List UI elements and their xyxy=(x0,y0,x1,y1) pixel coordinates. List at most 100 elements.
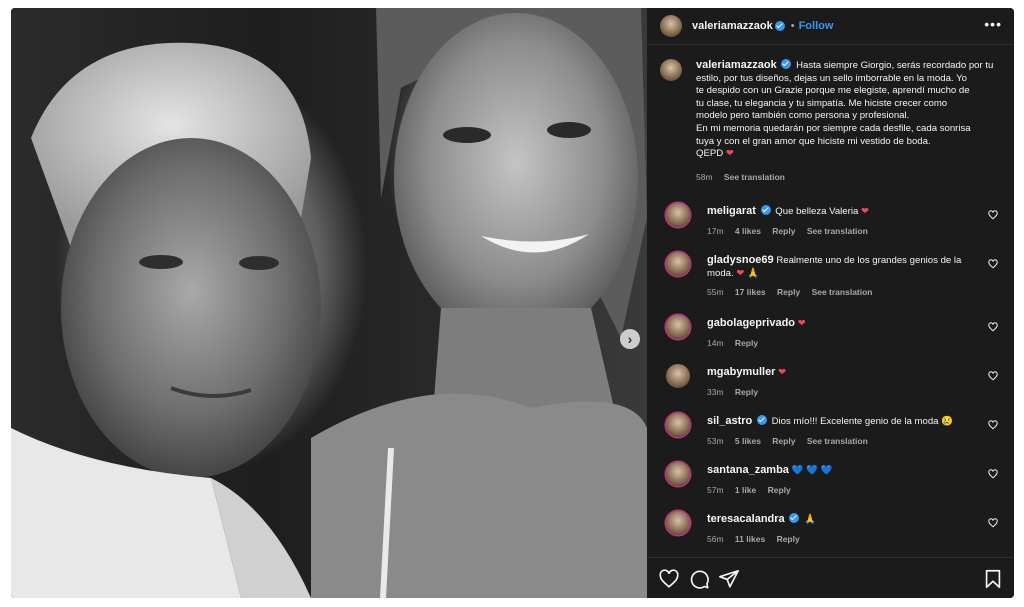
reply-button[interactable]: Reply xyxy=(735,387,758,397)
comment-emoji: 🙏 xyxy=(804,514,816,525)
comment-meta: 55m 17 likes Reply See translation xyxy=(707,286,987,299)
caption-line: te despido con un Grazie porque me elegi… xyxy=(696,85,970,97)
commenter-avatar[interactable] xyxy=(666,315,690,339)
comment-time: 33m xyxy=(707,386,724,397)
comment-icon[interactable] xyxy=(688,568,710,590)
like-comment-heart-icon[interactable] xyxy=(988,322,998,332)
separator-dot: • xyxy=(790,20,795,32)
comment-likes[interactable]: 5 likes xyxy=(735,436,761,446)
post-photo[interactable]: › xyxy=(11,8,647,598)
reply-button[interactable]: Reply xyxy=(772,226,795,236)
comment-text: Dios mío!!! Excelente genio de la moda xyxy=(771,416,939,427)
comment-meta: 53m 5 likes Reply See translation xyxy=(707,435,987,448)
more-options-icon[interactable]: ••• xyxy=(984,16,1002,32)
verified-badge-icon xyxy=(781,59,792,69)
commenter-avatar[interactable] xyxy=(666,511,690,535)
comment-likes[interactable]: 11 likes xyxy=(735,534,765,544)
comment-emoji: ❤ 🙏 xyxy=(736,267,759,279)
caption-line: tuya y con el gran amor que hiciste mi v… xyxy=(696,135,931,147)
comment-meta: 14m Reply xyxy=(707,337,987,350)
comments-panel: valeriamazzaok • Follow ••• valeriamazza… xyxy=(647,8,1014,598)
verified-badge-icon xyxy=(756,415,767,425)
author-username[interactable]: valeriamazzaok xyxy=(692,20,773,32)
post-actions-bar xyxy=(647,557,1014,598)
caption-line: Hasta siempre Giorgio, serás recordado p… xyxy=(796,60,994,71)
commenter-avatar[interactable] xyxy=(666,462,690,486)
commenter-username[interactable]: gladysnoe69 xyxy=(707,254,774,266)
caption-line: En mi memoria quedarán por siempre cada … xyxy=(696,122,971,134)
follow-button[interactable]: Follow xyxy=(799,20,834,32)
commenter-username[interactable]: teresacalandra xyxy=(707,513,785,525)
comment-time: 55m xyxy=(707,287,724,298)
caption-line: tu clase, tu elegancia y tu simpatía. Me… xyxy=(696,97,948,109)
author-avatar[interactable] xyxy=(660,15,682,37)
caption-line: estilo, por tus diseños, dejas un sello … xyxy=(696,72,967,84)
comment-time: 57m xyxy=(707,484,724,495)
commenter-username[interactable]: sil_astro xyxy=(707,415,752,427)
comment-emoji: 💙 💙 💙 xyxy=(791,465,833,476)
comment-likes[interactable]: 4 likes xyxy=(735,226,761,236)
comment-time: 53m xyxy=(707,435,724,446)
caption-time: 58m xyxy=(696,171,713,182)
like-comment-heart-icon[interactable] xyxy=(988,371,998,381)
caption-line: QEPD xyxy=(696,148,724,160)
commenter-avatar[interactable] xyxy=(666,252,690,276)
comments-list[interactable]: valeriamazzaok Hasta siempre Giorgio, se… xyxy=(647,45,1014,557)
post-header: valeriamazzaok • Follow ••• xyxy=(647,8,1014,45)
verified-badge-icon xyxy=(774,21,785,31)
carousel-next-button[interactable]: › xyxy=(620,329,640,349)
caption-meta: 58m See translation xyxy=(696,171,1001,184)
commenter-username[interactable]: gabolageprivado xyxy=(707,317,795,329)
comment-emoji: ❤ xyxy=(797,318,806,329)
commenter-username[interactable]: meligarat xyxy=(707,205,756,217)
verified-badge-icon xyxy=(789,513,800,523)
like-comment-heart-icon[interactable] xyxy=(988,420,998,430)
bookmark-icon[interactable] xyxy=(982,568,1004,590)
comment-meta: 17m 4 likes Reply See translation xyxy=(707,225,987,238)
heart-emoji-icon: ❤ xyxy=(725,148,734,160)
reply-button[interactable]: Reply xyxy=(735,338,758,348)
comment-likes[interactable]: 17 likes xyxy=(735,287,766,297)
share-icon[interactable] xyxy=(718,568,740,590)
reply-button[interactable]: Reply xyxy=(768,485,791,495)
caption-line: modelo pero también como persona y profe… xyxy=(696,110,910,122)
commenter-avatar[interactable] xyxy=(666,413,690,437)
reply-button[interactable]: Reply xyxy=(777,287,800,297)
comment-likes[interactable]: 1 like xyxy=(735,485,756,495)
comment-meta: 33m Reply xyxy=(707,386,987,399)
reply-button[interactable]: Reply xyxy=(772,436,795,446)
see-translation-link[interactable]: See translation xyxy=(807,226,868,236)
comment-text: moda. xyxy=(707,267,734,279)
reply-button[interactable]: Reply xyxy=(777,534,800,544)
comment-emoji: ❤ xyxy=(860,206,870,217)
post-modal: › valeriamazzaok • Follow ••• valeriamaz… xyxy=(11,8,1014,598)
commenter-username[interactable]: santana_zamba xyxy=(707,464,789,476)
woman-shoulders xyxy=(311,393,647,598)
comment-meta: 57m 1 like Reply xyxy=(707,484,987,497)
commenter-username[interactable]: mgabymuller xyxy=(707,366,775,378)
like-comment-heart-icon[interactable] xyxy=(988,469,998,479)
caption-avatar[interactable] xyxy=(660,59,682,81)
commenter-avatar[interactable] xyxy=(666,203,690,227)
comment-time: 17m xyxy=(707,225,724,236)
verified-badge-icon xyxy=(760,205,771,215)
comment-time: 14m xyxy=(707,337,724,348)
comment-meta: 56m 11 likes Reply xyxy=(707,533,987,546)
woman-face xyxy=(394,13,638,343)
commenter-avatar[interactable] xyxy=(666,364,690,388)
photo-illustration xyxy=(11,8,647,598)
see-translation-link[interactable]: See translation xyxy=(807,436,868,446)
comment-text: Que belleza Valeria xyxy=(775,206,859,217)
caption-username[interactable]: valeriamazzaok xyxy=(696,59,777,71)
see-translation-link[interactable]: See translation xyxy=(812,287,873,297)
comment-emoji: ❤ xyxy=(778,367,787,378)
like-comment-heart-icon[interactable] xyxy=(988,518,998,528)
comment-text: Realmente uno de los grandes genios de l… xyxy=(776,255,962,266)
see-translation-link[interactable]: See translation xyxy=(724,172,785,182)
comment-time: 56m xyxy=(707,533,724,544)
like-comment-heart-icon[interactable] xyxy=(988,210,998,220)
heart-icon[interactable] xyxy=(658,568,680,590)
comment-emoji: 😢 xyxy=(941,416,954,427)
man-face xyxy=(61,138,321,478)
like-comment-heart-icon[interactable] xyxy=(988,259,998,269)
